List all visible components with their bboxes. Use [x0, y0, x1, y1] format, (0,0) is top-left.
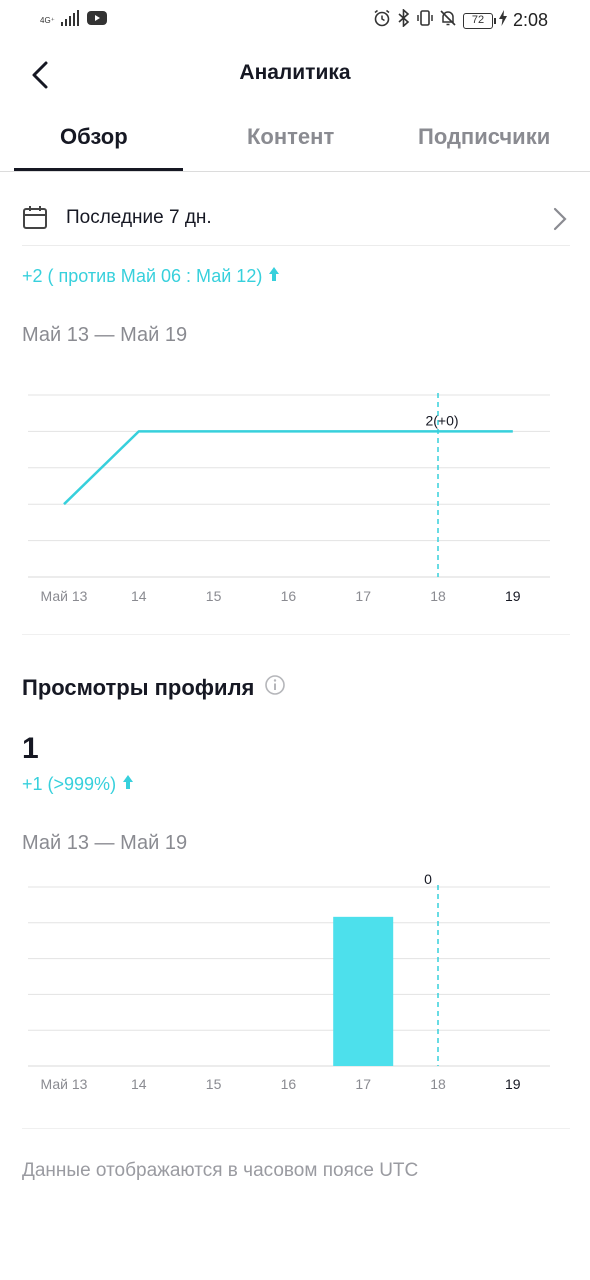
info-icon[interactable]	[264, 674, 286, 702]
x-tick-label: 16	[281, 588, 297, 604]
x-tick-label: 17	[355, 588, 371, 604]
followers-comparison: +2 ( против Май 06 : Май 12)	[22, 266, 280, 287]
x-tick-label: Май 13	[41, 1076, 88, 1092]
arrow-up-icon	[122, 774, 134, 795]
date-range-label: Последние 7 дн.	[66, 207, 212, 228]
chart1-range-label: Май 13 — Май 19	[22, 324, 188, 346]
status-right: 72 2:08	[373, 8, 548, 32]
page-title: Аналитика	[239, 61, 351, 84]
clock: 2:08	[512, 10, 548, 30]
x-tick-label: 17	[355, 1076, 371, 1092]
delta-text: +1 (>999%)	[22, 774, 117, 794]
profile-views-bar-chart: 0 Май 13 14 15 16 17 18 19	[0, 860, 590, 1110]
comparison-text: +2 ( против Май 06 : Май 12)	[22, 266, 263, 286]
x-tick-label: 15	[206, 588, 222, 604]
x-tick-label: 19	[505, 1076, 521, 1092]
calendar-icon	[22, 204, 48, 235]
status-left: 4G⁺	[40, 10, 107, 31]
section-divider	[22, 1128, 570, 1129]
x-tick-label: 14	[131, 588, 147, 604]
network-label: 4G⁺	[40, 15, 55, 25]
chevron-right-icon	[552, 206, 568, 237]
x-tick-label: 18	[430, 1076, 446, 1092]
x-tick-label: Май 13	[41, 588, 88, 604]
tab-content[interactable]: Контент	[247, 124, 334, 150]
status-bar: 4G⁺ 72 2:08	[0, 0, 590, 40]
x-tick-label: 18	[430, 588, 446, 604]
timezone-footnote: Данные отображаются в часовом поясе UTC	[22, 1160, 419, 1181]
tab-bar: Обзор Контент Подписчики	[0, 110, 590, 172]
charging-icon	[498, 10, 507, 31]
highlight-label: 0	[424, 871, 432, 887]
date-range-selector[interactable]: Последние 7 дн.	[22, 192, 570, 246]
arrow-up-icon	[268, 266, 280, 287]
profile-views-value: 1	[22, 732, 39, 765]
profile-views-delta: +1 (>999%)	[22, 774, 134, 795]
alarm-icon	[373, 9, 391, 32]
profile-views-title-text: Просмотры профиля	[22, 675, 255, 700]
followers-line-chart: 2(+0) Май 13 14 15 16 17 18 19	[0, 370, 590, 620]
app-header: Аналитика	[0, 45, 590, 105]
mute-icon	[439, 9, 457, 32]
section-divider	[22, 634, 570, 635]
tab-indicator	[14, 168, 183, 171]
signal-icon	[60, 10, 81, 31]
bar	[333, 916, 394, 1066]
vibrate-icon	[417, 9, 433, 32]
tab-overview[interactable]: Обзор	[60, 124, 128, 150]
x-tick-label: 19	[505, 588, 521, 604]
followers-chart-svg: 2(+0) Май 13 14 15 16 17 18 19	[28, 393, 550, 604]
bluetooth-icon	[397, 8, 411, 32]
x-tick-label: 16	[281, 1076, 297, 1092]
chart2-range-label: Май 13 — Май 19	[22, 832, 188, 854]
profile-views-chart-svg: 0 Май 13 14 15 16 17 18 19	[28, 871, 550, 1092]
tab-followers[interactable]: Подписчики	[418, 124, 550, 150]
youtube-icon	[86, 11, 107, 30]
profile-views-title: Просмотры профиля	[22, 674, 286, 702]
x-tick-label: 15	[206, 1076, 222, 1092]
x-tick-label: 14	[131, 1076, 147, 1092]
battery-indicator: 72	[462, 12, 496, 29]
highlight-label: 2(+0)	[425, 412, 458, 428]
